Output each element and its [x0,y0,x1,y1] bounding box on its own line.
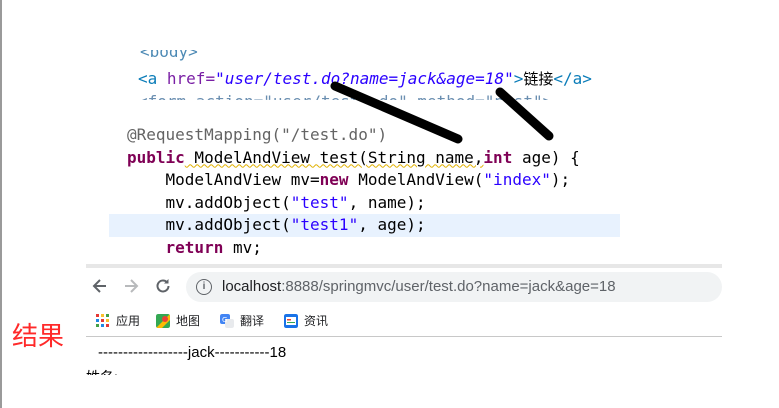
maps-icon [156,313,170,328]
href-value: "user/test.do?name=jack&age=18" [215,69,514,88]
anchor-line: <a href="user/test.do?name=jack&age=18">… [138,68,592,89]
reload-icon[interactable] [153,276,173,296]
bookmark-news[interactable]: 资讯 [284,312,328,329]
bookmark-apps[interactable]: 应用 [96,312,140,329]
news-icon [284,313,298,328]
apps-grid-icon [96,314,109,327]
left-border [0,0,2,408]
bookmarks-bar: 应用 地图 G 翻译 资讯 [86,308,722,334]
url-text[interactable]: localhost:8888/springmvc/user/test.do?na… [222,278,616,295]
code-line-addobject-test1: mv.addObject("test1", age); [109,214,620,237]
page-output-line: ------------------jack-----------18 [98,344,287,361]
close-bracket: > [513,69,524,88]
page-output-name-label: 姓名: [86,367,118,375]
address-bar[interactable]: i localhost:8888/springmvc/user/test.do?… [186,272,722,302]
code-line-return: return mv; [165,237,262,257]
link-text: 链接 [523,70,554,88]
translate-icon: G [220,313,234,328]
bookmark-maps[interactable]: 地图 [156,312,200,329]
back-arrow-icon[interactable] [90,276,110,296]
anchor-open-tag: <a [138,69,158,88]
bookmark-translate[interactable]: G 翻译 [220,312,264,329]
java-code-block: @RequestMapping("/test.do") public Model… [109,124,620,264]
browser-window: i localhost:8888/springmvc/user/test.do?… [86,264,722,408]
bookmarks-divider [86,336,722,337]
code-line-addobject-test: mv.addObject("test", name); [127,192,426,212]
clipped-body-tag: <body> [140,50,198,61]
href-attr: href= [166,69,216,88]
svg-text:G: G [222,316,227,324]
code-line-new-modelandview: ModelAndView mv=new ModelAndView("index"… [127,170,571,189]
navigation-bar: i localhost:8888/springmvc/user/test.do?… [86,270,722,304]
html-snippet: <body> <a href="user/test.do?name=jack&a… [128,50,648,100]
code-line-annotation: @RequestMapping("/test.do") [127,125,388,144]
result-label: 结果 [12,322,65,352]
info-icon[interactable]: i [196,279,212,295]
forward-arrow-icon[interactable] [121,276,141,296]
code-line-method-signature: public ModelAndView test(String name,int… [127,147,580,167]
anchor-close-tag: </a> [553,69,592,88]
clipped-form-tag: <form action="user/test1.do" method="pos… [138,92,552,100]
browser-top-edge [86,264,722,268]
